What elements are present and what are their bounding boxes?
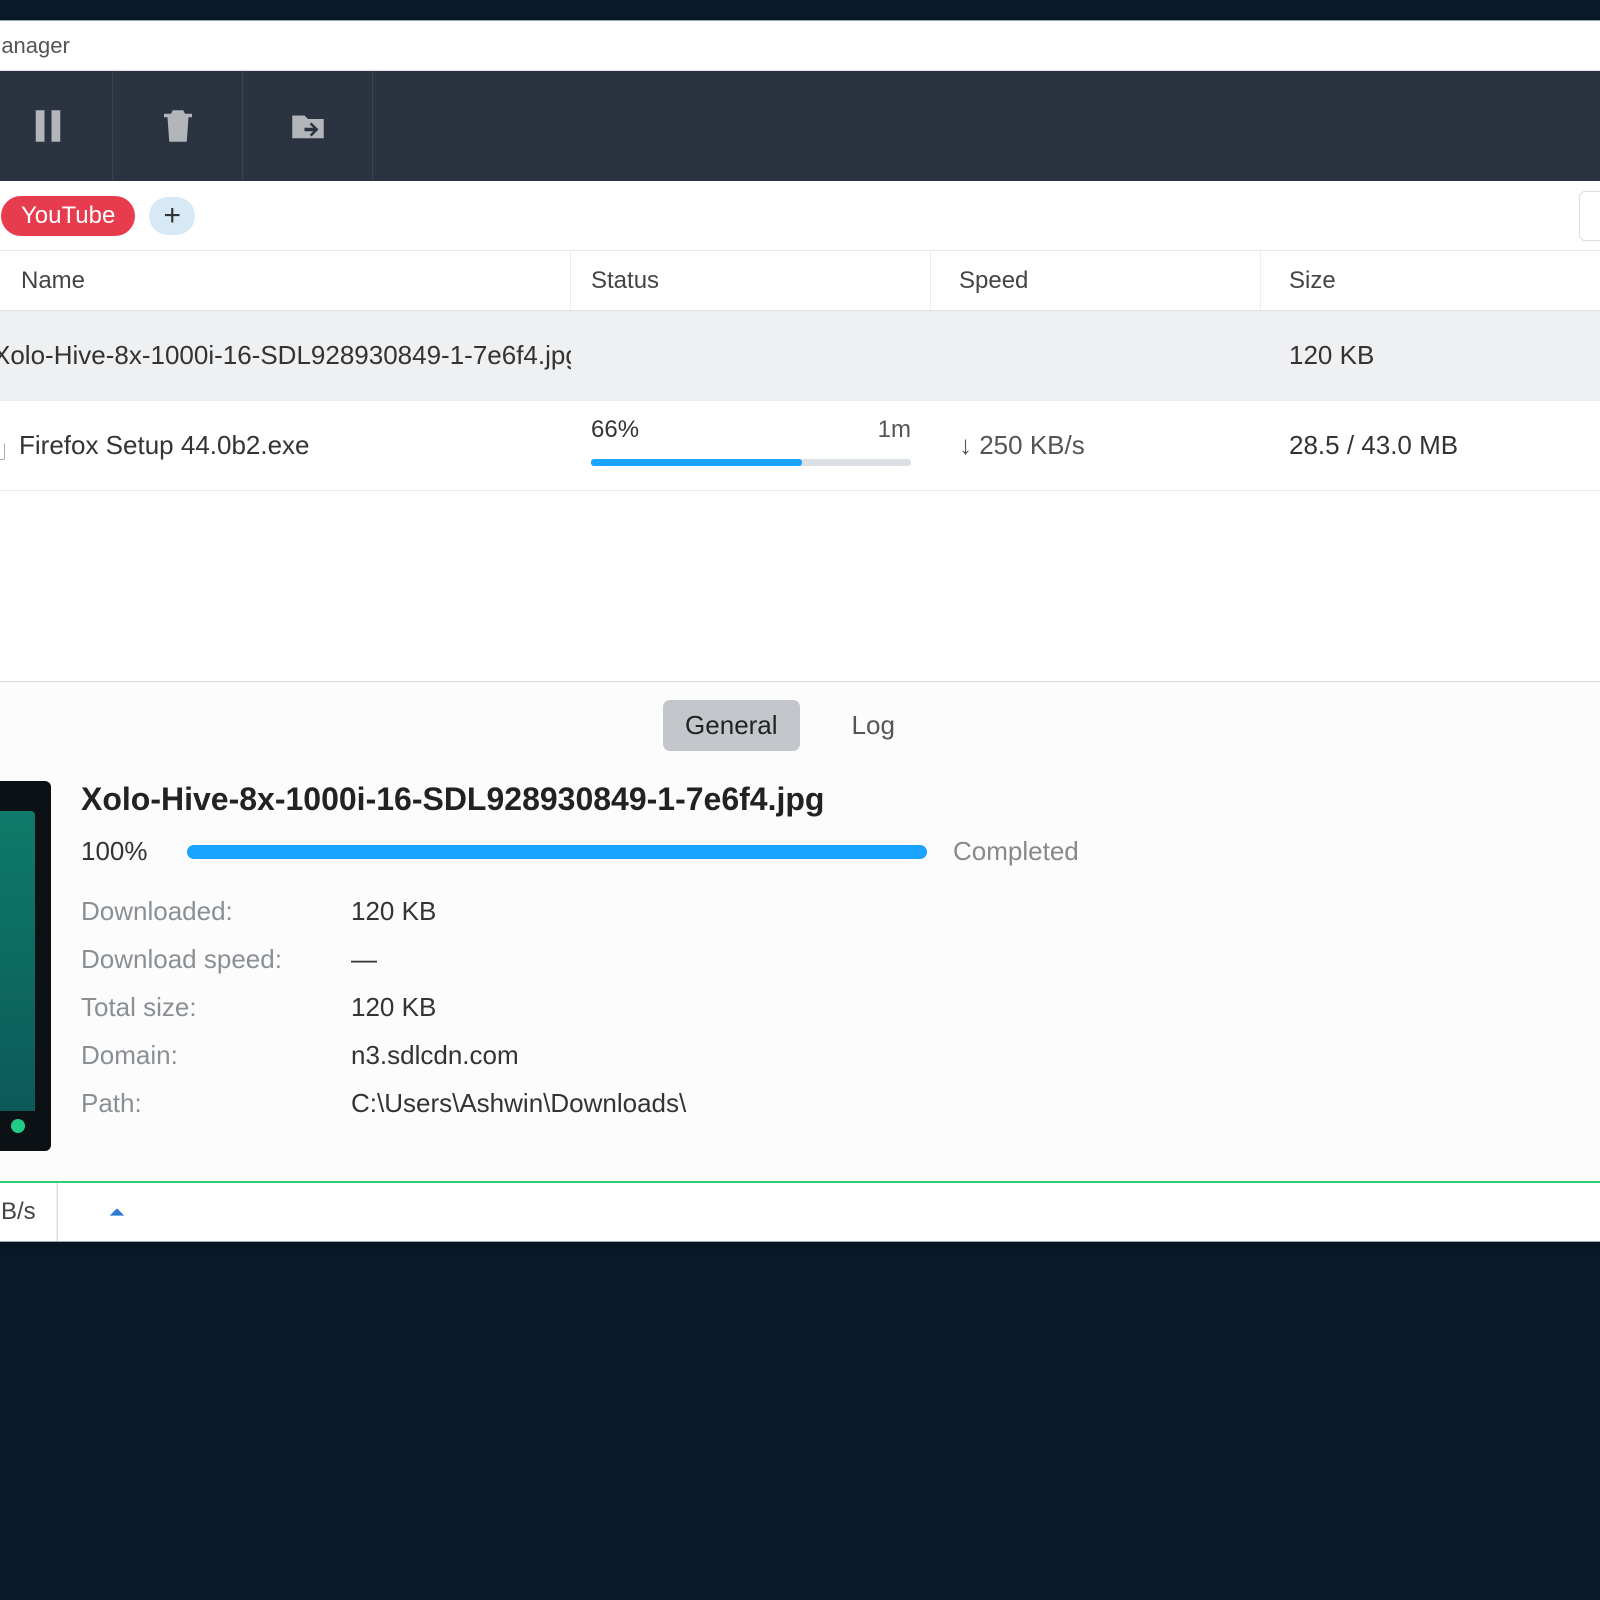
detail-percent: 100% <box>81 836 161 867</box>
meta-value-speed: — <box>351 935 377 983</box>
detail-panel: General Log Xolo-Hive-8x-1000i-16-SDL928… <box>0 681 1600 1181</box>
pause-icon <box>27 105 69 147</box>
add-tag-button[interactable]: + <box>149 197 195 235</box>
detail-progress-bar <box>187 845 927 859</box>
meta-label-domain: Domain: <box>81 1031 331 1079</box>
window-title: Manager <box>0 33 70 59</box>
status-bar: B/s <box>0 1181 1600 1241</box>
meta-label-path: Path: <box>81 1079 331 1127</box>
detail-meta: Downloaded: 120 KB Download speed: — Tot… <box>81 887 1569 1127</box>
detail-tabs: General Log <box>0 700 1600 751</box>
row-size: 120 KB <box>1261 340 1561 371</box>
progress-bar <box>591 459 911 466</box>
tag-youtube[interactable]: YouTube <box>1 196 135 236</box>
row-status: 66% 1m <box>591 416 931 476</box>
preview-thumbnail <box>0 781 51 1151</box>
meta-value-downloaded: 120 KB <box>351 887 436 935</box>
meta-label-downloaded: Downloaded: <box>81 887 331 935</box>
file-icon <box>0 432 5 460</box>
col-header-status[interactable]: Status <box>571 251 931 310</box>
meta-label-total: Total size: <box>81 983 331 1031</box>
table-header: Name Status Speed Size <box>0 251 1600 311</box>
search-input[interactable] <box>1579 191 1600 241</box>
footer-speed: B/s <box>0 1183 57 1241</box>
empty-area <box>0 491 1600 681</box>
open-folder-button[interactable] <box>243 71 373 181</box>
download-manager-window: Manager YouTube + Name Status Speed Size <box>0 20 1600 1242</box>
download-row[interactable]: Firefox Setup 44.0b2.exe 66% 1m ↓ 250 KB… <box>0 401 1600 491</box>
row-filename: Firefox Setup 44.0b2.exe <box>19 430 310 461</box>
tag-bar: YouTube + <box>0 181 1600 251</box>
col-header-speed[interactable]: Speed <box>931 251 1261 310</box>
delete-button[interactable] <box>113 71 243 181</box>
trash-icon <box>157 105 199 147</box>
toolbar <box>0 71 1600 181</box>
row-percent: 66% <box>591 416 639 444</box>
row-eta: 1m <box>878 416 911 444</box>
footer-expand-button[interactable] <box>57 1183 177 1241</box>
row-speed: ↓ 250 KB/s <box>931 430 1261 461</box>
meta-label-speed: Download speed: <box>81 935 331 983</box>
row-filename: Xolo-Hive-8x-1000i-16-SDL928930849-1-7e6… <box>0 340 571 371</box>
folder-arrow-icon <box>287 105 329 147</box>
meta-value-total: 120 KB <box>351 983 436 1031</box>
detail-state: Completed <box>953 836 1079 867</box>
tab-general[interactable]: General <box>663 700 800 751</box>
row-size: 28.5 / 43.0 MB <box>1261 430 1561 461</box>
col-header-name[interactable]: Name <box>0 251 571 310</box>
download-row[interactable]: Xolo-Hive-8x-1000i-16-SDL928930849-1-7e6… <box>0 311 1600 401</box>
detail-filename: Xolo-Hive-8x-1000i-16-SDL928930849-1-7e6… <box>81 781 1569 818</box>
col-header-size[interactable]: Size <box>1261 251 1561 310</box>
meta-value-domain: n3.sdlcdn.com <box>351 1031 519 1079</box>
meta-value-path: C:\Users\Ashwin\Downloads\ <box>351 1079 686 1127</box>
pause-button[interactable] <box>0 71 113 181</box>
chevron-up-icon <box>106 1201 128 1223</box>
titlebar[interactable]: Manager <box>0 21 1600 71</box>
tab-log[interactable]: Log <box>830 700 917 751</box>
